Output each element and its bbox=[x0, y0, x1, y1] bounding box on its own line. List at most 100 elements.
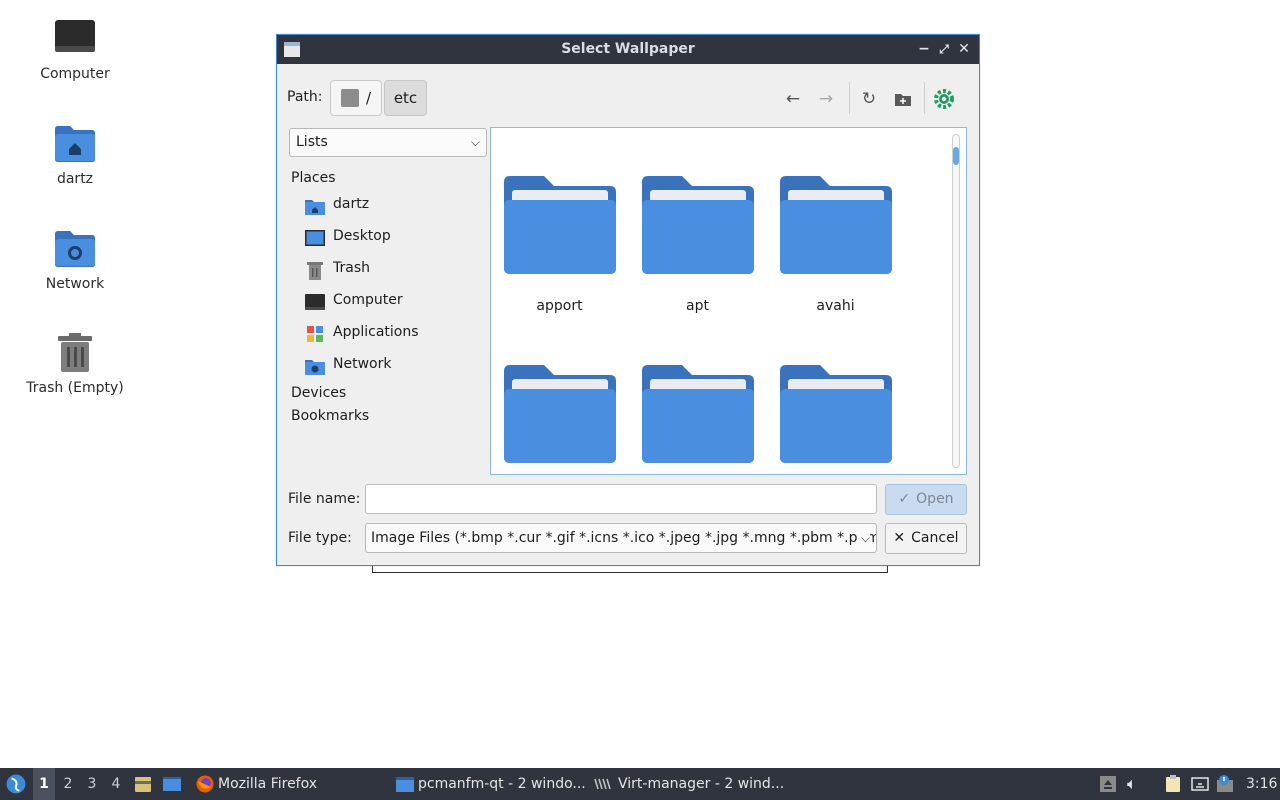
computer-icon bbox=[305, 294, 325, 310]
path-label: Path: bbox=[287, 89, 323, 105]
folder-item[interactable] bbox=[502, 363, 617, 474]
clock[interactable]: 3:16 bbox=[1246, 768, 1277, 800]
close-x-icon: ✕ bbox=[893, 530, 906, 546]
file-type-select[interactable]: Image Files (*.bmp *.cur *.gif *.icns *.… bbox=[365, 523, 877, 553]
close-icon[interactable]: ✕ bbox=[955, 40, 973, 58]
cancel-button[interactable]: ✕ Cancel bbox=[885, 523, 967, 554]
folder-item[interactable] bbox=[640, 363, 755, 474]
place-item-computer[interactable]: Computer bbox=[291, 286, 487, 318]
place-label: Trash bbox=[333, 260, 370, 276]
place-item-home[interactable]: dartz bbox=[291, 190, 487, 222]
toolbar-separator bbox=[924, 82, 925, 114]
back-icon[interactable]: ← bbox=[782, 88, 804, 110]
task-firefox[interactable]: Mozilla Firefox bbox=[192, 768, 387, 800]
devices-header[interactable]: Devices bbox=[291, 382, 487, 405]
forward-icon[interactable]: → bbox=[815, 88, 837, 110]
task-label: Mozilla Firefox bbox=[218, 776, 318, 792]
path-crumb-root-label: / bbox=[366, 89, 372, 107]
desktop-icon-home[interactable]: dartz bbox=[20, 123, 130, 187]
task-label: pcmanfm-qt - 2 windo... bbox=[418, 776, 586, 792]
settings-gear-icon[interactable] bbox=[933, 88, 955, 110]
workspace-2[interactable]: 2 bbox=[57, 768, 79, 800]
place-label: Applications bbox=[333, 324, 419, 340]
network-folder-icon bbox=[55, 231, 95, 267]
trash-icon bbox=[307, 262, 323, 280]
dialog-title: Select Wallpaper bbox=[561, 41, 695, 57]
file-type-value: Image Files (*.bmp *.cur *.gif *.icns *.… bbox=[371, 530, 877, 546]
start-menu-icon[interactable] bbox=[6, 774, 26, 794]
maximize-icon[interactable]: ⤢ bbox=[935, 40, 953, 58]
desktop-icon-computer[interactable]: Computer bbox=[20, 18, 130, 82]
folder-item[interactable]: apt bbox=[640, 174, 755, 314]
drive-icon bbox=[341, 89, 359, 107]
task-virt-manager[interactable]: Virt-manager - 2 wind... bbox=[592, 768, 787, 800]
workspace-1[interactable]: 1 bbox=[33, 768, 55, 800]
folder-icon bbox=[779, 176, 892, 274]
place-label: Network bbox=[333, 356, 392, 372]
desktop-icon-trash[interactable]: Trash (Empty) bbox=[20, 332, 130, 396]
vertical-scrollbar[interactable] bbox=[952, 134, 960, 468]
chevron-down-icon: ⌵ bbox=[856, 524, 870, 552]
file-name-label: File name: bbox=[288, 491, 361, 507]
desktop-icon bbox=[305, 230, 325, 246]
toolbar-separator bbox=[849, 82, 850, 114]
file-name: apport bbox=[536, 298, 583, 314]
task-label: Virt-manager - 2 wind... bbox=[618, 776, 785, 792]
file-name-input[interactable] bbox=[365, 484, 877, 514]
home-folder-icon bbox=[305, 200, 325, 215]
network-status-icon[interactable] bbox=[1191, 775, 1209, 793]
background-window-edge bbox=[372, 566, 888, 573]
path-bar: Path: / etc ← → ↻ bbox=[287, 80, 967, 116]
network-folder-icon bbox=[305, 360, 325, 375]
minimize-icon[interactable]: − bbox=[915, 40, 933, 58]
place-item-network[interactable]: Network bbox=[291, 350, 487, 382]
view-mode-select[interactable]: Lists ⌵ bbox=[289, 128, 487, 157]
place-label: Computer bbox=[333, 292, 403, 308]
dialog-titlebar[interactable]: Select Wallpaper − ⤢ ✕ bbox=[277, 35, 979, 64]
file-name: apt bbox=[686, 298, 709, 314]
desktop-icon-network[interactable]: Network bbox=[20, 228, 130, 292]
task-pcmanfm[interactable]: pcmanfm-qt - 2 windo... bbox=[392, 768, 587, 800]
desktop-icon-label: Network bbox=[45, 276, 105, 292]
firefox-icon bbox=[196, 775, 214, 793]
place-item-applications[interactable]: Applications bbox=[291, 318, 487, 350]
open-button-label: Open bbox=[916, 491, 954, 507]
place-label: dartz bbox=[333, 196, 370, 212]
home-folder-icon bbox=[55, 126, 95, 162]
place-item-desktop[interactable]: Desktop bbox=[291, 222, 487, 254]
eject-icon[interactable] bbox=[1099, 775, 1117, 793]
path-crumb-current[interactable]: etc bbox=[384, 80, 427, 116]
open-button[interactable]: ✓ Open bbox=[885, 484, 967, 515]
places-header[interactable]: Places bbox=[291, 167, 487, 190]
clipboard-icon[interactable] bbox=[1164, 775, 1182, 793]
file-type-label: File type: bbox=[288, 530, 352, 546]
folder-item[interactable]: apport bbox=[502, 174, 617, 314]
folder-item[interactable]: avahi bbox=[778, 174, 893, 314]
volume-icon[interactable]: 🔈︎ bbox=[1127, 768, 1137, 800]
cancel-button-label: Cancel bbox=[911, 530, 959, 546]
desktop-icon-label: dartz bbox=[56, 171, 94, 187]
scrollbar-thumb[interactable] bbox=[953, 147, 959, 165]
places-sidebar: Places dartz Desktop Trash Computer Appl… bbox=[291, 167, 487, 428]
place-label: Desktop bbox=[333, 228, 391, 244]
workspace-3[interactable]: 3 bbox=[81, 768, 103, 800]
checkmark-icon: ✓ bbox=[898, 491, 911, 507]
place-item-trash[interactable]: Trash bbox=[291, 254, 487, 286]
workspace-4[interactable]: 4 bbox=[105, 768, 127, 800]
path-crumb-root[interactable]: / bbox=[330, 80, 382, 116]
file-manager-launcher-icon[interactable] bbox=[134, 775, 152, 793]
notification-icon[interactable] bbox=[1216, 775, 1234, 793]
file-name: avahi bbox=[816, 298, 855, 314]
bookmarks-header[interactable]: Bookmarks bbox=[291, 405, 487, 428]
applications-icon bbox=[307, 326, 323, 342]
folder-icon bbox=[641, 176, 754, 274]
trash-icon bbox=[58, 333, 92, 372]
file-grid[interactable]: apport apt avahi bbox=[490, 127, 967, 475]
virt-manager-icon bbox=[594, 778, 611, 790]
chevron-down-icon: ⌵ bbox=[470, 135, 480, 149]
new-folder-icon[interactable] bbox=[892, 88, 914, 110]
folder-icon bbox=[503, 176, 616, 274]
show-desktop-icon[interactable] bbox=[163, 775, 181, 793]
reload-icon[interactable]: ↻ bbox=[858, 88, 880, 110]
folder-item[interactable] bbox=[778, 363, 893, 474]
